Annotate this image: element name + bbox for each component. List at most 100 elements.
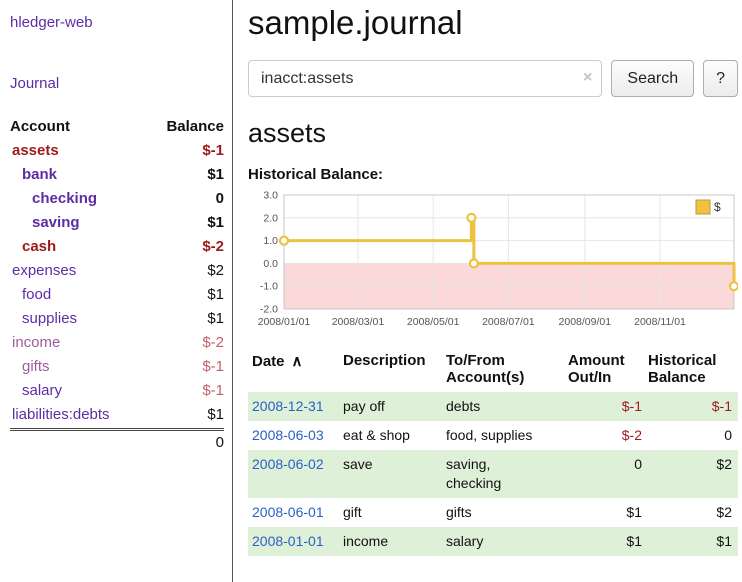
account-link-salary[interactable]: salary: [10, 379, 62, 403]
transaction-amount: $-2: [568, 421, 648, 450]
transaction-balance: $1: [648, 527, 738, 556]
account-link-bank[interactable]: bank: [10, 163, 57, 187]
account-link-checking[interactable]: checking: [10, 187, 97, 211]
account-heading: assets: [248, 118, 738, 149]
account-balance-assets: $-1: [202, 139, 224, 163]
account-balance-cash: $-2: [202, 235, 224, 259]
sidebar: hledger-web Journal Account Balance asse…: [0, 0, 233, 582]
search-input[interactable]: [248, 60, 602, 97]
help-button[interactable]: ?: [703, 60, 738, 97]
account-balance-income: $-2: [202, 331, 224, 355]
svg-text:2008/05/01: 2008/05/01: [407, 316, 460, 328]
column-header-amount: Amount Out/In: [568, 350, 648, 392]
svg-text:$: $: [714, 200, 721, 214]
account-row: cash $-2: [10, 235, 224, 259]
transaction-description: income: [343, 527, 446, 556]
account-balance-salary: $-1: [202, 379, 224, 403]
transaction-description: gift: [343, 498, 446, 527]
column-header-description: Description: [343, 350, 446, 392]
account-row: saving $1: [10, 211, 224, 235]
account-column-header: Account: [10, 118, 70, 135]
svg-text:2.0: 2.0: [263, 212, 278, 224]
transaction-date-link[interactable]: 2008-06-02: [252, 456, 324, 472]
account-balance-bank: $1: [207, 163, 224, 187]
transaction-balance: $2: [648, 498, 738, 527]
account-row: checking 0: [10, 187, 224, 211]
account-row: bank $1: [10, 163, 224, 187]
sidebar-item-journal[interactable]: Journal: [10, 75, 224, 92]
page-title: sample.journal: [248, 4, 738, 42]
account-balance-food: $1: [207, 283, 224, 307]
transaction-date-link[interactable]: 2008-06-01: [252, 504, 324, 520]
clear-search-icon[interactable]: ×: [583, 69, 592, 87]
register-table: Date ∧ Description To/From Account(s) Amo…: [248, 350, 738, 556]
svg-text:3.0: 3.0: [263, 190, 278, 202]
transaction-accounts: salary: [446, 527, 568, 556]
accounts-total-row: 0: [10, 428, 224, 455]
column-header-accounts: To/From Account(s): [446, 350, 568, 392]
register-row: 2008-12-31 pay off debts $-1 $-1: [248, 392, 738, 421]
svg-text:2008/07/01: 2008/07/01: [482, 316, 535, 328]
transaction-accounts: gifts: [446, 498, 568, 527]
account-row: gifts $-1: [10, 355, 224, 379]
account-link-saving[interactable]: saving: [10, 211, 80, 235]
svg-text:-2.0: -2.0: [260, 304, 278, 316]
historical-balance-chart: 2008/01/01 2008/03/01 2008/05/01 2008/07/01…: [248, 189, 738, 341]
transaction-date-link[interactable]: 2008-12-31: [252, 398, 324, 414]
account-row: supplies $1: [10, 307, 224, 331]
search-button[interactable]: Search: [611, 60, 694, 97]
svg-text:2008/09/01: 2008/09/01: [559, 316, 612, 328]
account-row: liabilities:debts $1: [10, 403, 224, 427]
account-link-expenses[interactable]: expenses: [10, 259, 76, 283]
account-link-liabilities-debts[interactable]: liabilities:debts: [10, 403, 110, 427]
app-title-link[interactable]: hledger-web: [10, 14, 224, 31]
account-row: expenses $2: [10, 259, 224, 283]
svg-text:2008/03/01: 2008/03/01: [332, 316, 385, 328]
account-balance-checking: 0: [216, 187, 224, 211]
account-link-supplies[interactable]: supplies: [10, 307, 77, 331]
date-header-label: Date: [252, 353, 285, 370]
transaction-accounts: saving, checking: [446, 450, 568, 498]
svg-text:0.0: 0.0: [263, 258, 278, 270]
transaction-balance: $2: [648, 450, 738, 498]
account-balance-gifts: $-1: [202, 355, 224, 379]
transaction-description: pay off: [343, 392, 446, 421]
transaction-balance: 0: [648, 421, 738, 450]
account-balance-supplies: $1: [207, 307, 224, 331]
transaction-date-link[interactable]: 2008-06-03: [252, 427, 324, 443]
sort-ascending-icon: ∧: [292, 353, 303, 370]
account-balance-liabilities-debts: $1: [207, 403, 224, 427]
account-balance-expenses: $2: [207, 259, 224, 283]
account-link-food[interactable]: food: [10, 283, 51, 307]
column-header-date[interactable]: Date ∧: [248, 350, 343, 392]
transaction-description: eat & shop: [343, 421, 446, 450]
transaction-date-link[interactable]: 2008-01-01: [252, 533, 324, 549]
transaction-amount: $1: [568, 498, 648, 527]
svg-text:2008/11/01: 2008/11/01: [634, 316, 686, 328]
accounts-table-header: Account Balance: [10, 118, 224, 139]
transaction-amount: $-1: [568, 392, 648, 421]
chart-title: Historical Balance:: [248, 166, 738, 183]
register-row: 2008-01-01 income salary $1 $1: [248, 527, 738, 556]
account-link-gifts[interactable]: gifts: [10, 355, 50, 379]
account-balance-saving: $1: [207, 211, 224, 235]
account-row: salary $-1: [10, 379, 224, 403]
account-link-cash[interactable]: cash: [10, 235, 56, 259]
accounts-table: Account Balance assets $-1 bank $1 check…: [10, 118, 224, 455]
svg-text:-1.0: -1.0: [260, 281, 278, 293]
account-link-income[interactable]: income: [10, 331, 60, 355]
register-header-row: Date ∧ Description To/From Account(s) Amo…: [248, 350, 738, 392]
account-row: assets $-1: [10, 139, 224, 163]
account-link-assets[interactable]: assets: [10, 139, 59, 163]
account-row: income $-2: [10, 331, 224, 355]
column-header-balance: Historical Balance: [648, 350, 738, 392]
register-row: 2008-06-01 gift gifts $1 $2: [248, 498, 738, 527]
search-field-wrap: ×: [248, 60, 602, 97]
svg-text:2008/01/01: 2008/01/01: [258, 316, 311, 328]
register-row: 2008-06-02 save saving, checking 0 $2: [248, 450, 738, 498]
transaction-amount: $1: [568, 527, 648, 556]
transaction-accounts: debts: [446, 392, 568, 421]
main-content: sample.journal × Search ? assets Histori…: [248, 0, 738, 556]
svg-text:1.0: 1.0: [263, 235, 278, 247]
register-row: 2008-06-03 eat & shop food, supplies $-2…: [248, 421, 738, 450]
